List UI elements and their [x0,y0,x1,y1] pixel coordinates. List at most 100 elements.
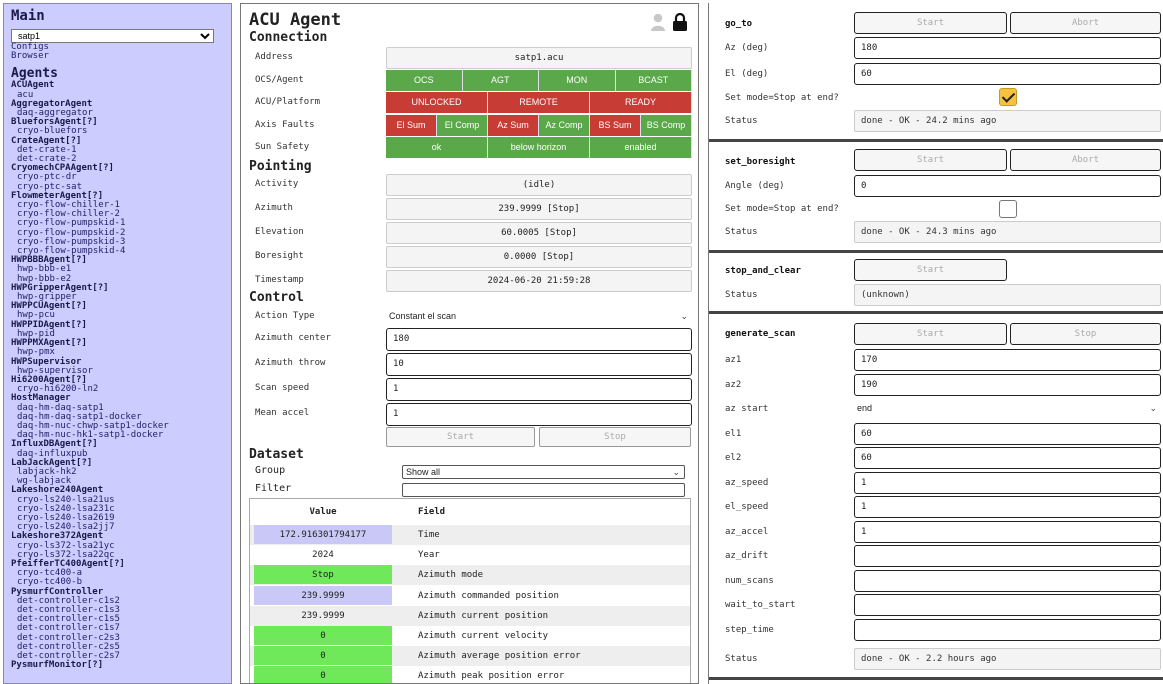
generate-scan-stop-button[interactable]: Stop [1010,323,1161,345]
bs-comp-indicator: BS Comp [641,115,692,136]
sun-safety-row: Sun Safety ok below horizon enabled [255,137,692,159]
pointing-row: Activity (idle) [255,174,692,196]
row-value: 0 [254,626,392,645]
pointing-label: Activity [255,179,299,189]
pointing-value: 60.0005 [Stop] [386,222,692,244]
set-boresight-status-value: done - OK - 24.3 mins ago [854,221,1161,243]
table-row: 0 Azimuth current velocity [250,626,690,646]
acu-platform-label: ACU/Platform [255,97,321,107]
scan-speed-row: Scan speed 1 [255,378,692,401]
pointing-row: Elevation 60.0005 [Stop] [255,222,692,244]
az-sum-indicator: Az Sum [488,115,539,136]
mon-indicator: MON [539,70,616,91]
azimuth-throw-input[interactable]: 10 [386,353,692,376]
control-start-button[interactable]: Start [386,427,535,447]
angle-deg-input[interactable]: 0 [854,175,1161,197]
generate-scan-status-label: Status [725,654,758,664]
scan-param-input[interactable] [854,618,1161,641]
az-deg-input[interactable]: 180 [854,37,1161,59]
task-divider [709,250,1163,253]
go-to-status-label: Status [725,116,758,126]
generate-scan-name: generate_scan [725,329,796,339]
go-to-name: go_to [725,19,753,29]
boresight-stop-at-end-checkbox[interactable] [999,200,1017,218]
sun-safety-label: Sun Safety [255,142,310,152]
row-field: Azimuth current position [418,610,549,621]
generate-scan-start-button[interactable]: Start [854,323,1007,345]
scan-speed-label: Scan speed [255,383,310,393]
scan-param-input[interactable]: 1 [854,520,1161,543]
ocs-agent-row: OCS/Agent OCS AGT MON BCAST [255,70,692,92]
acu-agent-panel: ACU Agent Connection Address satp1.acu O… [240,3,699,684]
instance-select[interactable]: satp1 [11,29,214,43]
stop-and-clear-status-value: (unknown) [854,284,1161,306]
go-to-start-button[interactable]: Start [854,12,1007,34]
stop-and-clear-start-button[interactable]: Start [854,259,1007,281]
row-field: Year [418,550,440,561]
scan-param-label: az_speed [725,477,769,488]
row-field: Azimuth peak position error [418,671,565,682]
scan-param-label: az1 [725,355,742,365]
chevron-down-icon: ⌄ [1149,403,1157,413]
azimuth-center-input[interactable]: 180 [386,328,692,351]
az-deg-label: Az (deg) [725,43,769,53]
task-divider [709,311,1163,314]
dataset-heading: Dataset [249,447,304,462]
action-type-row: Action Type Constant el scan ⌄ [255,306,692,328]
row-value: 239.9999 [301,610,345,621]
pointing-value: 0.0000 [Stop] [386,246,692,268]
group-select[interactable]: Show all ⌄ [402,465,685,479]
address-label: Address [255,52,293,62]
group-value: Show all [406,467,441,477]
field-column-header[interactable]: Field [418,499,445,525]
azimuth-throw-row: Azimuth throw 10 [255,353,692,376]
scan-param-label: num_scans [725,575,774,586]
row-value: 0 [254,666,392,683]
row-value: 239.9999 [254,585,392,605]
row-value: 0 [254,646,392,666]
scan-param-input[interactable]: 170 [854,349,1161,371]
operations-panel: go_to Start Abort Az (deg) 180 El (deg) … [708,3,1163,684]
scan-param-input[interactable]: 60 [854,447,1161,469]
scan-param-label: az start [725,404,769,414]
mean-accel-row: Mean accel 1 [255,403,692,426]
filter-input[interactable] [402,483,685,497]
scan-param-input[interactable] [854,594,1161,616]
scan-param-label: el1 [725,428,742,439]
pointing-label: Azimuth [255,203,293,213]
azimuth-center-row: Azimuth center 180 [255,328,692,351]
action-type-select[interactable]: Constant el scan ⌄ [386,306,692,327]
az-start-select[interactable]: end ⌄ [854,398,1161,420]
boresight-stop-at-end-label: Set mode=Stop at end? [725,204,839,214]
value-column-header[interactable]: Value [254,499,392,525]
set-boresight-abort-button[interactable]: Abort [1010,149,1161,171]
scan-param-input[interactable] [854,545,1161,567]
browser-link[interactable]: Browser [11,51,224,61]
agent-list: ACUAgent acu AggregatorAgent daq-aggregator… [11,81,224,670]
el-deg-input[interactable]: 60 [854,63,1161,85]
el-deg-label: El (deg) [725,69,769,79]
go-to-abort-button[interactable]: Abort [1010,12,1161,34]
row-field: Azimuth commanded position [418,590,559,601]
pointing-row: Timestamp 2024-06-20 21:59:28 [255,270,692,292]
scan-param-input[interactable]: 1 [854,496,1161,518]
scan-speed-input[interactable]: 1 [386,378,692,401]
group-label: Group [255,465,286,476]
scan-param-input[interactable]: 60 [854,422,1161,445]
go-to-stop-at-end-checkbox[interactable] [999,88,1017,106]
set-boresight-start-button[interactable]: Start [854,149,1007,171]
action-type-value: Constant el scan [389,311,457,321]
set-boresight-status-label: Status [725,227,758,237]
lock-icon[interactable] [672,13,688,31]
control-stop-button[interactable]: Stop [539,427,691,447]
agent-class-heading: ACUAgent [11,80,55,91]
scan-param-input[interactable] [854,569,1161,592]
table-row: 172.916301794177 Time [250,525,690,545]
table-row: 239.9999 Azimuth commanded position [250,585,690,606]
agents-heading: Agents [11,66,58,82]
scan-param-input[interactable]: 1 [854,471,1161,494]
row-field: Azimuth average position error [418,651,581,662]
go-to-stop-at-end-label: Set mode=Stop at end? [725,93,839,103]
mean-accel-input[interactable]: 1 [386,403,692,426]
scan-param-input[interactable]: 190 [854,373,1161,396]
